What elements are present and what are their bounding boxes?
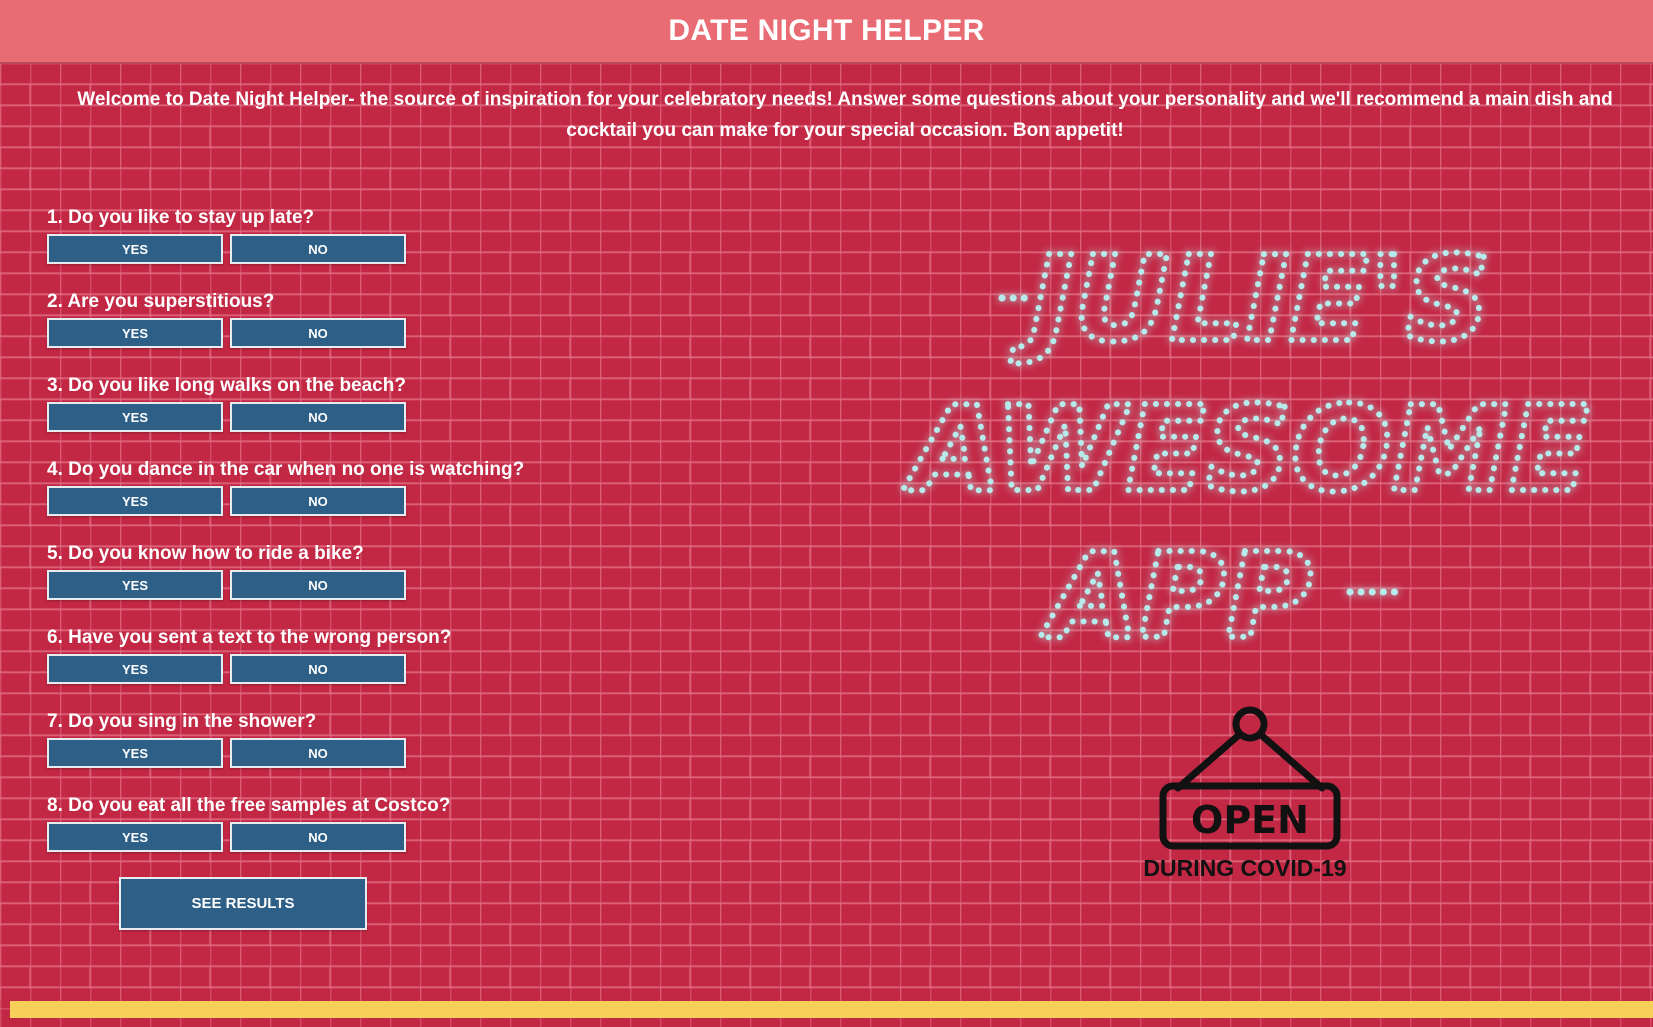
yes-button[interactable]: YES: [47, 822, 223, 852]
question-text: 7. Do you sing in the shower?: [47, 711, 317, 732]
yes-button[interactable]: YES: [47, 570, 223, 600]
yes-button[interactable]: YES: [47, 654, 223, 684]
question-5: 5. Do you know how to ride a bike? YES N…: [47, 542, 406, 600]
yes-button[interactable]: YES: [47, 318, 223, 348]
no-button[interactable]: NO: [230, 654, 406, 684]
no-button[interactable]: NO: [230, 570, 406, 600]
no-button[interactable]: NO: [230, 234, 406, 264]
question-1: 1. Do you like to stay up late? YES NO: [47, 206, 406, 264]
question-text: 5. Do you know how to ride a bike?: [47, 543, 364, 564]
question-3: 3. Do you like long walks on the beach? …: [47, 374, 406, 432]
no-button[interactable]: NO: [230, 822, 406, 852]
intro-text: Welcome to Date Night Helper- the source…: [77, 89, 1613, 141]
question-text: 8. Do you eat all the free samples at Co…: [47, 795, 451, 816]
question-4: 4. Do you dance in the car when no one i…: [47, 458, 524, 516]
question-8: 8. Do you eat all the free samples at Co…: [47, 794, 450, 852]
question-text: 1. Do you like to stay up late?: [47, 207, 315, 228]
neon-line-1: JULIE'S: [1010, 230, 1491, 368]
yes-button[interactable]: YES: [47, 738, 223, 768]
question-text: 4. Do you dance in the car when no one i…: [47, 459, 525, 480]
question-text: 6. Have you sent a text to the wrong per…: [47, 627, 452, 648]
question-2: 2. Are you superstitious? YES NO: [47, 290, 406, 348]
question-text: 3. Do you like long walks on the beach?: [47, 375, 406, 396]
neon-line-3: APP: [1040, 527, 1312, 662]
neon-line-2: AWESOME: [903, 380, 1590, 518]
open-sign-caption: DURING COVID-19: [1143, 855, 1347, 881]
see-results-button[interactable]: SEE RESULTS: [119, 877, 367, 930]
no-button[interactable]: NO: [230, 486, 406, 516]
yes-button[interactable]: YES: [47, 402, 223, 432]
footer-bar: [10, 1001, 1653, 1018]
question-6: 6. Have you sent a text to the wrong per…: [47, 626, 451, 684]
no-button[interactable]: NO: [230, 402, 406, 432]
app-title: DATE NIGHT HELPER: [668, 14, 985, 47]
neon-sign: JULIE'S AWESOME APP: [880, 222, 1620, 668]
question-7: 7. Do you sing in the shower? YES NO: [47, 710, 406, 768]
open-label: OPEN: [1191, 798, 1309, 842]
hanging-sign-icon: OPEN: [1159, 706, 1341, 850]
yes-button[interactable]: YES: [47, 234, 223, 264]
no-button[interactable]: NO: [230, 318, 406, 348]
app-header: DATE NIGHT HELPER: [0, 0, 1653, 64]
yes-button[interactable]: YES: [47, 486, 223, 516]
question-text: 2. Are you superstitious?: [47, 291, 275, 312]
no-button[interactable]: NO: [230, 738, 406, 768]
